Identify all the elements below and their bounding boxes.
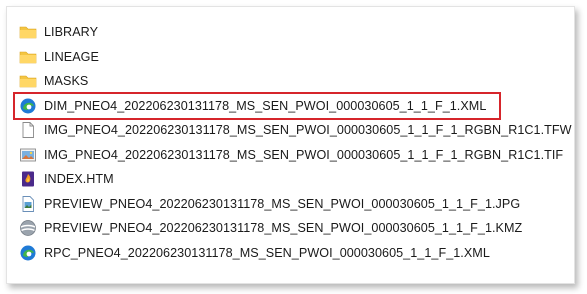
file-row-rpc-xml[interactable]: RPC_PNEO4_202206230131178_MS_SEN_PWOI_00… <box>19 241 569 266</box>
file-name: INDEX.HTM <box>44 172 114 187</box>
file-name: LINEAGE <box>44 49 99 64</box>
file-row-library[interactable]: LIBRARY <box>19 20 569 45</box>
html-file-icon <box>19 170 37 188</box>
file-row-preview-jpg[interactable]: PREVIEW_PNEO4_202206230131178_MS_SEN_PWO… <box>19 192 569 217</box>
file-name: IMG_PNEO4_202206230131178_MS_SEN_PWOI_00… <box>44 147 564 162</box>
file-row-preview-kmz[interactable]: PREVIEW_PNEO4_202206230131178_MS_SEN_PWO… <box>19 216 569 241</box>
file-name: DIM_PNEO4_202206230131178_MS_SEN_PWOI_00… <box>44 98 487 113</box>
file-name: LIBRARY <box>44 25 99 40</box>
file-row-index-htm[interactable]: INDEX.HTM <box>19 167 569 192</box>
file-row-dim-xml-highlighted[interactable]: DIM_PNEO4_202206230131178_MS_SEN_PWOI_00… <box>13 91 501 120</box>
file-row-lineage[interactable]: LINEAGE <box>19 45 569 70</box>
file-row-masks[interactable]: MASKS <box>19 69 569 94</box>
file-name: IMG_PNEO4_202206230131178_MS_SEN_PWOI_00… <box>44 123 572 138</box>
text-file-icon <box>19 121 37 139</box>
edge-xml-icon <box>19 244 37 262</box>
file-name: PREVIEW_PNEO4_202206230131178_MS_SEN_PWO… <box>44 221 523 236</box>
image-file-icon <box>19 146 37 164</box>
file-list-window: LIBRARY LINEAGE MASKS DIM_PNEO4_20220623… <box>6 6 575 284</box>
edge-xml-icon <box>19 97 37 115</box>
file-name: MASKS <box>44 74 89 89</box>
file-name: PREVIEW_PNEO4_202206230131178_MS_SEN_PWO… <box>44 196 521 211</box>
file-row-tfw[interactable]: IMG_PNEO4_202206230131178_MS_SEN_PWOI_00… <box>19 118 572 143</box>
folder-icon <box>19 72 37 90</box>
kmz-globe-icon <box>19 219 37 237</box>
file-list: LIBRARY LINEAGE MASKS DIM_PNEO4_20220623… <box>13 20 572 266</box>
file-row-tif[interactable]: IMG_PNEO4_202206230131178_MS_SEN_PWOI_00… <box>19 143 569 168</box>
file-name: RPC_PNEO4_202206230131178_MS_SEN_PWOI_00… <box>44 245 490 260</box>
folder-icon <box>19 48 37 66</box>
jpg-file-icon <box>19 195 37 213</box>
folder-icon <box>19 23 37 41</box>
